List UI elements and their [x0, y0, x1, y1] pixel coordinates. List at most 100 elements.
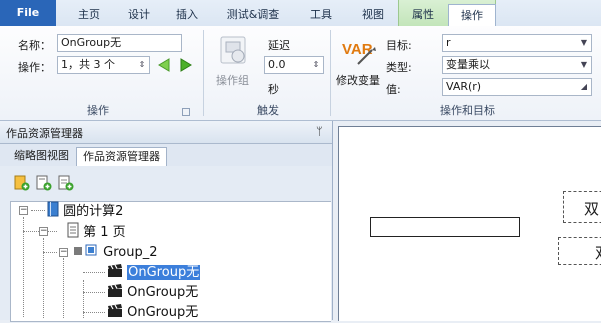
delay-value: 0.0 — [268, 58, 286, 71]
value-input[interactable]: VAR(r) ◢ — [442, 78, 592, 96]
project-tree: − 圆的计算2 − 第 1 页 − Group_2 OnGroup无 OnGro… — [10, 201, 331, 322]
tree-connector — [43, 238, 44, 318]
group-action-target: VAR 修改变量 目标: r ▼ 类型: 变量乘以 ▼ 值: VAR(r) ◢ … — [334, 26, 601, 120]
ribbon-tab-bar: File 主页 设计 插入 测试&调查 工具 视图 属性 操作 — [0, 0, 601, 27]
group-trigger: 操作组 延迟 0.0 ⇕ 秒 触发 — [208, 26, 328, 120]
name-label: 名称： — [18, 39, 51, 52]
next-action-icon[interactable] — [178, 57, 194, 73]
pane-title: 作品资源管理器 — [6, 127, 83, 140]
target-label: 目标: — [386, 39, 412, 52]
tree-connector — [83, 312, 105, 313]
chapter-book-icon — [47, 201, 59, 217]
explorer-pane: 作品资源管理器 ᛘ 缩略图视图 作品资源管理器 − 圆的计算2 − 第 1 页 … — [0, 121, 333, 322]
var-icon: VAR — [342, 41, 376, 65]
group-actions: 名称： OnGroup无 操作： 1，共 3 个 ⇕ 操作 — [0, 26, 196, 120]
tree-node-label: 第 1 页 — [83, 225, 126, 240]
tree-connector — [63, 258, 64, 318]
tree-connector — [43, 252, 57, 253]
tab-file[interactable]: File — [0, 0, 56, 26]
dialog-launcher-icon[interactable] — [182, 108, 190, 116]
action-selector-dropdown[interactable]: 1，共 3 个 ⇕ — [57, 56, 150, 74]
clapperboard-icon — [108, 284, 122, 297]
pane-title-bar: 作品资源管理器 ᛘ — [0, 121, 332, 144]
tab-insert[interactable]: 插入 — [164, 4, 210, 26]
canvas-text-entry[interactable] — [370, 217, 520, 237]
expand-corner-icon: ◢ — [580, 82, 588, 91]
tree-node-label: OnGroup无 — [127, 285, 199, 300]
tab-view[interactable]: 视图 — [350, 4, 396, 26]
tab-properties[interactable]: 属性 — [400, 4, 446, 26]
tree-connector — [23, 217, 24, 317]
tree-node-label: 圆的计算2 — [63, 204, 124, 219]
type-value: 变量乘以 — [446, 58, 490, 71]
canvas-text-box[interactable]: 双 — [558, 237, 601, 265]
tab-home[interactable]: 主页 — [66, 4, 112, 26]
canvas-text-box[interactable]: 双 — [563, 191, 601, 223]
tree-node-action[interactable]: OnGroup无 — [107, 263, 201, 283]
tab-design[interactable]: 设计 — [116, 4, 162, 26]
page-canvas[interactable]: 双 双 — [338, 126, 601, 321]
tree-node-action[interactable]: OnGroup无 — [107, 283, 198, 303]
stepper-arrows-icon: ⇕ — [312, 60, 320, 69]
tree-connector — [83, 292, 105, 293]
tree-node-label: OnGroup无 — [127, 305, 199, 320]
tree-node-group[interactable]: Group_2 — [73, 243, 158, 263]
pin-icon[interactable]: ᛘ — [316, 125, 323, 138]
tree-node-label-selected: OnGroup无 — [127, 265, 201, 280]
action-group-icon — [220, 36, 246, 64]
action-label: 操作： — [18, 61, 51, 74]
value-value: VAR(r) — [446, 80, 482, 93]
seconds-label: 秒 — [268, 83, 279, 96]
group-caption-action-target: 操作和目标 — [440, 104, 495, 117]
tab-tools[interactable]: 工具 — [296, 4, 346, 26]
tree-node-root[interactable]: 圆的计算2 — [47, 201, 123, 221]
target-value: r — [446, 36, 451, 49]
previous-action-icon[interactable] — [156, 57, 172, 73]
group-caption-actions: 操作 — [87, 104, 109, 117]
tab-thumbnail-view[interactable]: 缩略图视图 — [8, 147, 75, 165]
delay-stepper[interactable]: 0.0 ⇕ — [264, 56, 324, 74]
action-group-button[interactable]: 操作组 — [216, 32, 252, 96]
canvas-text: 双 — [595, 242, 601, 263]
action-selector-value: 1，共 3 个 — [61, 58, 115, 71]
chevron-down-icon: ▼ — [580, 38, 588, 47]
tab-title-explorer[interactable]: 作品资源管理器 — [76, 147, 167, 166]
modify-variable-button[interactable]: VAR 修改变量 — [336, 32, 386, 96]
action-name-input[interactable]: OnGroup无 — [57, 34, 182, 52]
chevron-down-icon: ▼ — [580, 60, 588, 69]
page-icon — [67, 222, 79, 238]
tree-node-label: Group_2 — [103, 245, 158, 260]
delay-label: 延迟 — [268, 39, 290, 52]
add-page-icon[interactable] — [36, 175, 52, 191]
action-group-label: 操作组 — [216, 74, 249, 87]
group-separator — [203, 30, 204, 116]
add-item-icon[interactable] — [58, 175, 74, 191]
tree-node-action[interactable]: OnGroup无 — [107, 303, 198, 323]
collapse-toggle-icon[interactable]: − — [59, 248, 68, 257]
tab-test-survey[interactable]: 测试&调查 — [218, 4, 288, 26]
group-caption-trigger: 触发 — [257, 104, 279, 117]
collapse-toggle-icon[interactable]: − — [39, 227, 48, 236]
canvas-text: 双 — [584, 200, 600, 218]
spin-arrows-icon: ⇕ — [138, 60, 146, 69]
tree-node-page[interactable]: 第 1 页 — [67, 222, 126, 242]
type-dropdown[interactable]: 变量乘以 ▼ — [442, 56, 592, 74]
explorer-toolbar — [10, 167, 332, 197]
ribbon-panel: 名称： OnGroup无 操作： 1，共 3 个 ⇕ 操作 操作组 延迟 0.0… — [0, 26, 601, 121]
add-chapter-icon[interactable] — [14, 175, 30, 191]
collapse-toggle-icon[interactable]: − — [19, 206, 28, 215]
var-icon-text: VAR — [342, 41, 373, 58]
tree-connector — [31, 210, 45, 211]
modify-variable-label: 修改变量 — [336, 74, 380, 87]
tree-connector — [83, 272, 105, 273]
value-label: 值: — [386, 83, 401, 96]
group-icon — [74, 244, 97, 256]
tab-operations[interactable]: 操作 — [448, 4, 496, 27]
type-label: 类型: — [386, 61, 412, 74]
clapperboard-icon — [108, 264, 122, 277]
target-dropdown[interactable]: r ▼ — [442, 34, 592, 52]
group-separator — [330, 30, 331, 116]
pane-subtabs: 缩略图视图 作品资源管理器 — [0, 144, 332, 166]
action-name-value: OnGroup无 — [61, 36, 122, 49]
clapperboard-icon — [108, 304, 122, 317]
